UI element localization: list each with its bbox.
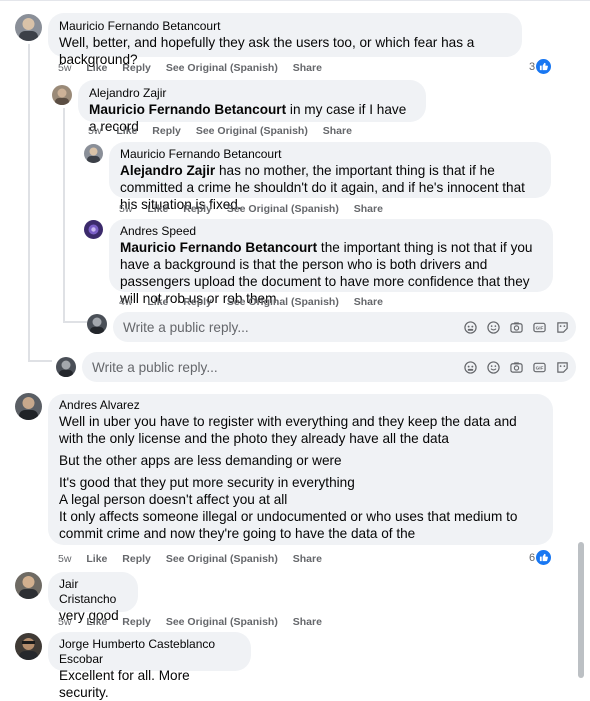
comment-actions: 5w Like Reply See Original (Spanish) Sha… xyxy=(58,616,334,628)
reply-box: GIF xyxy=(82,352,576,382)
share-button[interactable]: Share xyxy=(323,125,352,137)
share-button[interactable]: Share xyxy=(354,296,383,308)
reaction-count[interactable]: 3 xyxy=(529,59,552,74)
comment-bubble: Jair Cristancho very good xyxy=(48,572,138,623)
comment-actions: 4w Like Reply See Original (Spanish) Sha… xyxy=(119,296,395,308)
smiley-icon[interactable] xyxy=(486,360,500,374)
reaction-count[interactable]: 6 xyxy=(529,550,552,565)
mention-link[interactable]: Alejandro Zajir xyxy=(120,163,215,178)
timestamp[interactable]: 4w xyxy=(119,296,132,308)
share-button[interactable]: Share xyxy=(293,553,322,565)
see-original-button[interactable]: See Original (Spanish) xyxy=(227,296,339,308)
comment-bubble: Mauricio Fernando Betancourt Well, bette… xyxy=(48,13,522,67)
comment-actions: 5w Like Reply See Original (Spanish) Sha… xyxy=(58,62,334,74)
like-button[interactable]: Like xyxy=(86,62,107,74)
comment-bubble: Jorge Humberto Casteblanco Escobar Excel… xyxy=(48,632,251,700)
comment-bubble: Mauricio Fernando Betancourt Alejandro Z… xyxy=(109,142,551,212)
timestamp[interactable]: 5w xyxy=(58,62,71,74)
see-original-button[interactable]: See Original (Spanish) xyxy=(166,62,278,74)
svg-text:GIF: GIF xyxy=(535,325,543,330)
comment-author[interactable]: Andres Speed xyxy=(120,224,542,239)
comment-text: Excellent for all. More security. xyxy=(59,668,190,700)
timestamp[interactable]: 5w xyxy=(58,553,71,565)
svg-text:GIF: GIF xyxy=(535,365,543,370)
current-user-avatar xyxy=(87,314,107,334)
reply-button[interactable]: Reply xyxy=(122,553,151,565)
reply-tools: GIF xyxy=(463,360,576,374)
comment-actions: 5w Like Reply See Original (Spanish) Sha… xyxy=(119,203,395,215)
camera-icon[interactable] xyxy=(509,320,523,334)
comment-author[interactable]: Alejandro Zajir xyxy=(89,86,415,101)
smiley-icon[interactable] xyxy=(486,320,500,334)
see-original-button[interactable]: See Original (Spanish) xyxy=(227,203,339,215)
emoji-sticker-icon[interactable] xyxy=(463,320,477,334)
see-original-button[interactable]: See Original (Spanish) xyxy=(166,616,278,628)
reply-button[interactable]: Reply xyxy=(122,616,151,628)
reply-button[interactable]: Reply xyxy=(183,203,212,215)
see-original-button[interactable]: See Original (Spanish) xyxy=(196,125,308,137)
avatar[interactable] xyxy=(15,572,42,599)
see-original-button[interactable]: See Original (Spanish) xyxy=(166,553,278,565)
current-user-avatar xyxy=(56,357,76,377)
comment-actions: 5w Like Reply See Original (Spanish) Sha… xyxy=(58,553,334,565)
camera-icon[interactable] xyxy=(509,360,523,374)
comment-paragraph: It's good that they put more security in… xyxy=(59,475,518,541)
like-button[interactable]: Like xyxy=(147,296,168,308)
avatar[interactable] xyxy=(84,220,103,239)
comment-bubble: Andres Alvarez Well in uber you have to … xyxy=(48,394,553,545)
mention-link[interactable]: Mauricio Fernando Betancourt xyxy=(120,240,317,255)
comment-author[interactable]: Andres Alvarez xyxy=(59,398,542,413)
scrollbar[interactable] xyxy=(578,542,584,678)
reply-tools: GIF xyxy=(463,320,576,334)
avatar[interactable] xyxy=(15,14,42,41)
like-thumb-icon xyxy=(536,59,552,74)
thread-line xyxy=(28,360,52,362)
like-button[interactable]: Like xyxy=(86,553,107,565)
thread-line xyxy=(28,44,30,362)
reply-button[interactable]: Reply xyxy=(183,296,212,308)
reply-input[interactable] xyxy=(123,319,463,335)
comment-author[interactable]: Mauricio Fernando Betancourt xyxy=(59,19,511,34)
thread-line xyxy=(63,108,65,323)
top-divider xyxy=(0,0,590,1)
comment-author[interactable]: Jorge Humberto Casteblanco Escobar xyxy=(59,637,240,667)
comment-author[interactable]: Mauricio Fernando Betancourt xyxy=(120,147,540,162)
like-button[interactable]: Like xyxy=(86,616,107,628)
reply-input[interactable] xyxy=(92,359,463,375)
avatar[interactable] xyxy=(15,633,42,660)
sticker-icon[interactable] xyxy=(555,360,569,374)
like-button[interactable]: Like xyxy=(116,125,137,137)
gif-icon[interactable]: GIF xyxy=(532,320,546,334)
comment-paragraph: But the other apps are less demanding or… xyxy=(59,453,342,468)
mention-link[interactable]: Mauricio Fernando Betancourt xyxy=(89,102,286,117)
comment-paragraph: Well in uber you have to register with e… xyxy=(59,414,517,446)
emoji-sticker-icon[interactable] xyxy=(463,360,477,374)
like-thumb-icon xyxy=(536,550,552,565)
share-button[interactable]: Share xyxy=(293,62,322,74)
comment-author[interactable]: Jair Cristancho xyxy=(59,577,127,607)
avatar[interactable] xyxy=(52,85,72,105)
gif-icon[interactable]: GIF xyxy=(532,360,546,374)
reply-button[interactable]: Reply xyxy=(152,125,181,137)
comment-bubble: Alejandro Zajir Mauricio Fernando Betanc… xyxy=(78,80,426,134)
sticker-icon[interactable] xyxy=(555,320,569,334)
avatar[interactable] xyxy=(84,144,103,163)
timestamp[interactable]: 5w xyxy=(58,616,71,628)
timestamp[interactable]: 5w xyxy=(88,125,101,137)
like-button[interactable]: Like xyxy=(147,203,168,215)
comment-text: Well in uber you have to register with e… xyxy=(59,413,542,542)
comment-actions: 5w Like Reply See Original (Spanish) Sha… xyxy=(88,125,364,137)
reply-button[interactable]: Reply xyxy=(122,62,151,74)
reply-box: GIF xyxy=(113,312,576,342)
thread-line xyxy=(63,321,87,323)
timestamp[interactable]: 5w xyxy=(119,203,132,215)
comment-bubble: Andres Speed Mauricio Fernando Betancour… xyxy=(109,219,553,306)
share-button[interactable]: Share xyxy=(354,203,383,215)
share-button[interactable]: Share xyxy=(293,616,322,628)
avatar[interactable] xyxy=(15,393,42,420)
